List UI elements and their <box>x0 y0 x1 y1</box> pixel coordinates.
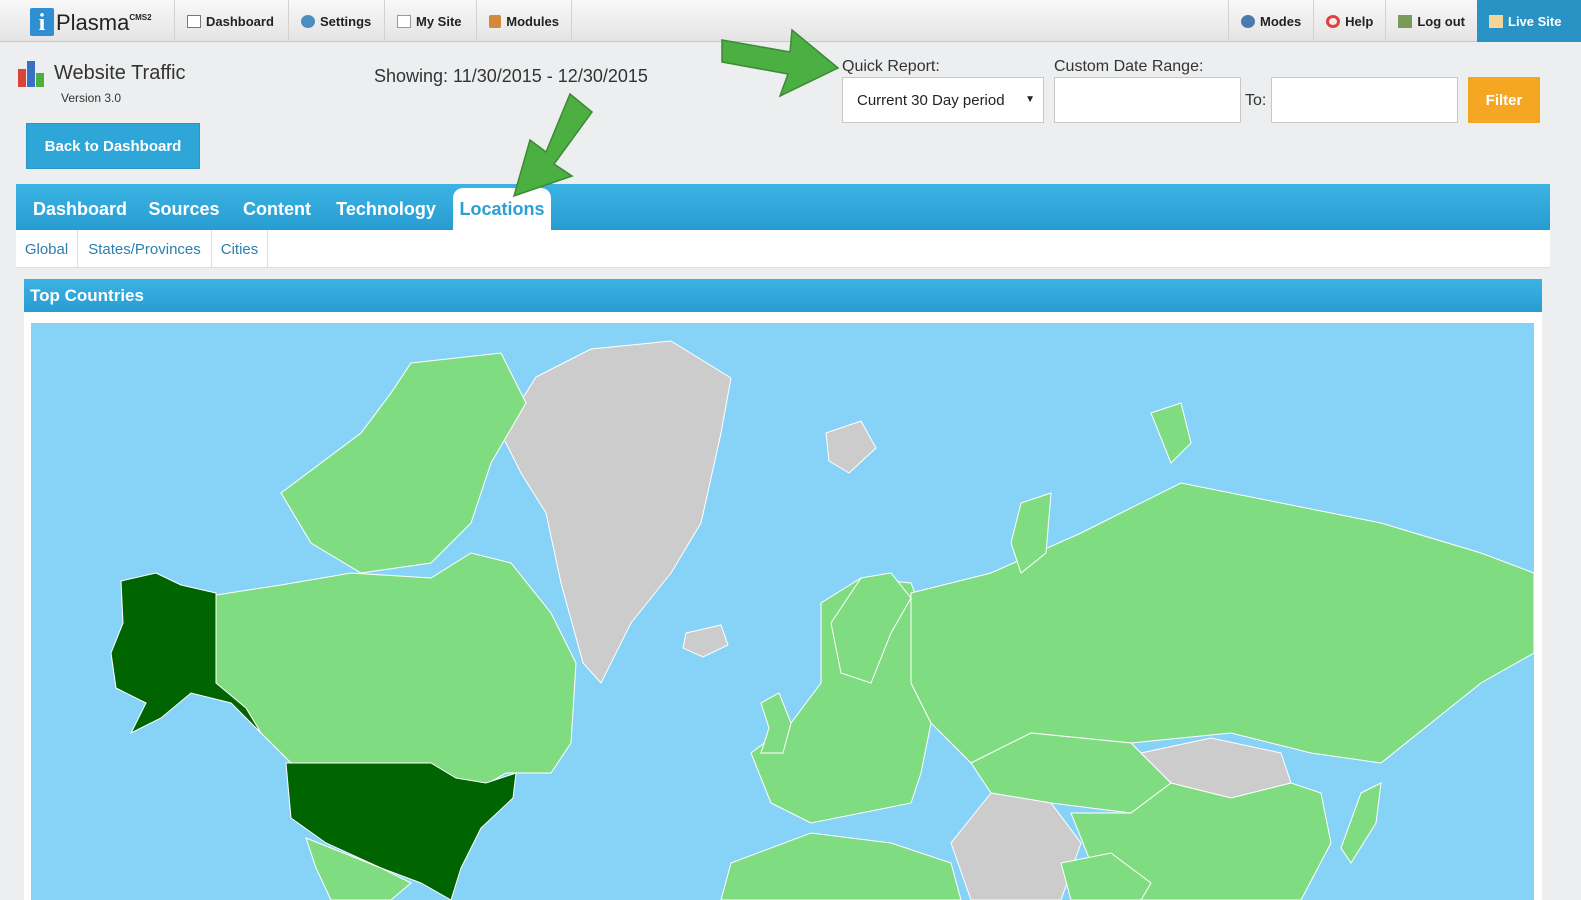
logout-icon <box>1398 14 1413 28</box>
date-to-input[interactable] <box>1271 77 1458 123</box>
custom-date-range-label: Custom Date Range: <box>1054 58 1204 75</box>
box-icon <box>489 14 502 28</box>
nav-my-site[interactable]: My Site <box>384 0 476 42</box>
brand-logo[interactable]: i Plasma CMS2 <box>30 6 152 36</box>
main-nav: Dashboard Settings My Site Modules <box>174 0 572 42</box>
japan-region[interactable] <box>1340 782 1382 864</box>
brand-superscript: CMS2 <box>129 13 152 22</box>
nav-my-site-label: My Site <box>416 13 462 29</box>
tab-sources[interactable]: Sources <box>144 188 224 230</box>
tab-content[interactable]: Content <box>236 188 318 230</box>
nav-settings-label: Settings <box>320 13 372 29</box>
severnaya-zemlya-region[interactable] <box>1150 402 1192 464</box>
world-map-svg <box>110 340 1534 900</box>
nav-modes-label: Modes <box>1260 13 1302 29</box>
russia-region[interactable] <box>910 482 1534 764</box>
back-to-dashboard-button[interactable]: Back to Dashboard <box>26 123 200 169</box>
utility-nav: Modes Help Log out Live Site <box>1228 0 1581 42</box>
arrow-annotation-quick-report <box>721 28 840 98</box>
subtab-cities[interactable]: Cities <box>212 230 268 268</box>
nav-live-site[interactable]: Live Site <box>1477 0 1581 42</box>
tab-dashboard[interactable]: Dashboard <box>26 188 134 230</box>
world-map[interactable] <box>31 323 1534 900</box>
middle-east-region[interactable] <box>950 792 1082 900</box>
dashboard-icon <box>187 14 201 28</box>
home-icon <box>1489 14 1503 28</box>
arctic-islands-region[interactable] <box>280 352 527 574</box>
quick-report-select[interactable]: Current 30 Day period ▼ <box>842 77 1044 123</box>
iceland-region[interactable] <box>682 624 729 658</box>
nav-dashboard[interactable]: Dashboard <box>174 0 288 42</box>
arrow-annotation-locations-tab <box>512 92 594 198</box>
panel-title: Top Countries <box>24 279 1542 312</box>
subtab-states-provinces[interactable]: States/Provinces <box>78 230 212 268</box>
north-africa-region[interactable] <box>720 832 962 900</box>
svalbard-region[interactable] <box>825 420 877 474</box>
top-countries-panel: Top Countries <box>24 279 1542 900</box>
nav-help-label: Help <box>1345 13 1374 29</box>
pencil-icon <box>397 14 411 28</box>
date-range-display: Showing: 11/30/2015 - 12/30/2015 <box>374 66 648 86</box>
nav-modules[interactable]: Modules <box>476 0 572 42</box>
gear-icon <box>301 14 315 28</box>
nav-modes[interactable]: Modes <box>1228 0 1313 42</box>
to-label: To: <box>1245 92 1267 109</box>
brand-i-icon: i <box>30 8 54 36</box>
version-label: Version 3.0 <box>61 91 122 105</box>
section-tabs: Dashboard Sources Content Technology Loc… <box>16 184 1550 230</box>
page-title: Website Traffic <box>54 62 186 84</box>
nav-live-site-label: Live Site <box>1508 13 1562 29</box>
filter-button[interactable]: Filter <box>1468 77 1540 123</box>
modes-icon <box>1241 14 1255 28</box>
bar-chart-icon <box>18 61 46 87</box>
nav-modules-label: Modules <box>506 13 559 29</box>
quick-report-value: Current 30 Day period <box>857 91 1005 109</box>
nav-help[interactable]: Help <box>1313 0 1385 42</box>
quick-report-label: Quick Report: <box>842 58 940 75</box>
canada-region[interactable] <box>215 552 577 794</box>
date-from-input[interactable] <box>1054 77 1241 123</box>
nav-log-out[interactable]: Log out <box>1385 0 1477 42</box>
brand-name: Plasma <box>56 10 130 35</box>
tab-technology[interactable]: Technology <box>330 188 442 230</box>
nav-log-out-label: Log out <box>1417 13 1465 29</box>
subtab-global[interactable]: Global <box>16 230 78 268</box>
chevron-down-icon: ▼ <box>1025 94 1035 105</box>
nav-dashboard-label: Dashboard <box>206 13 274 29</box>
lifebuoy-icon <box>1326 14 1341 28</box>
nav-settings[interactable]: Settings <box>288 0 384 42</box>
location-subtabs: Global States/Provinces Cities <box>16 230 1550 268</box>
